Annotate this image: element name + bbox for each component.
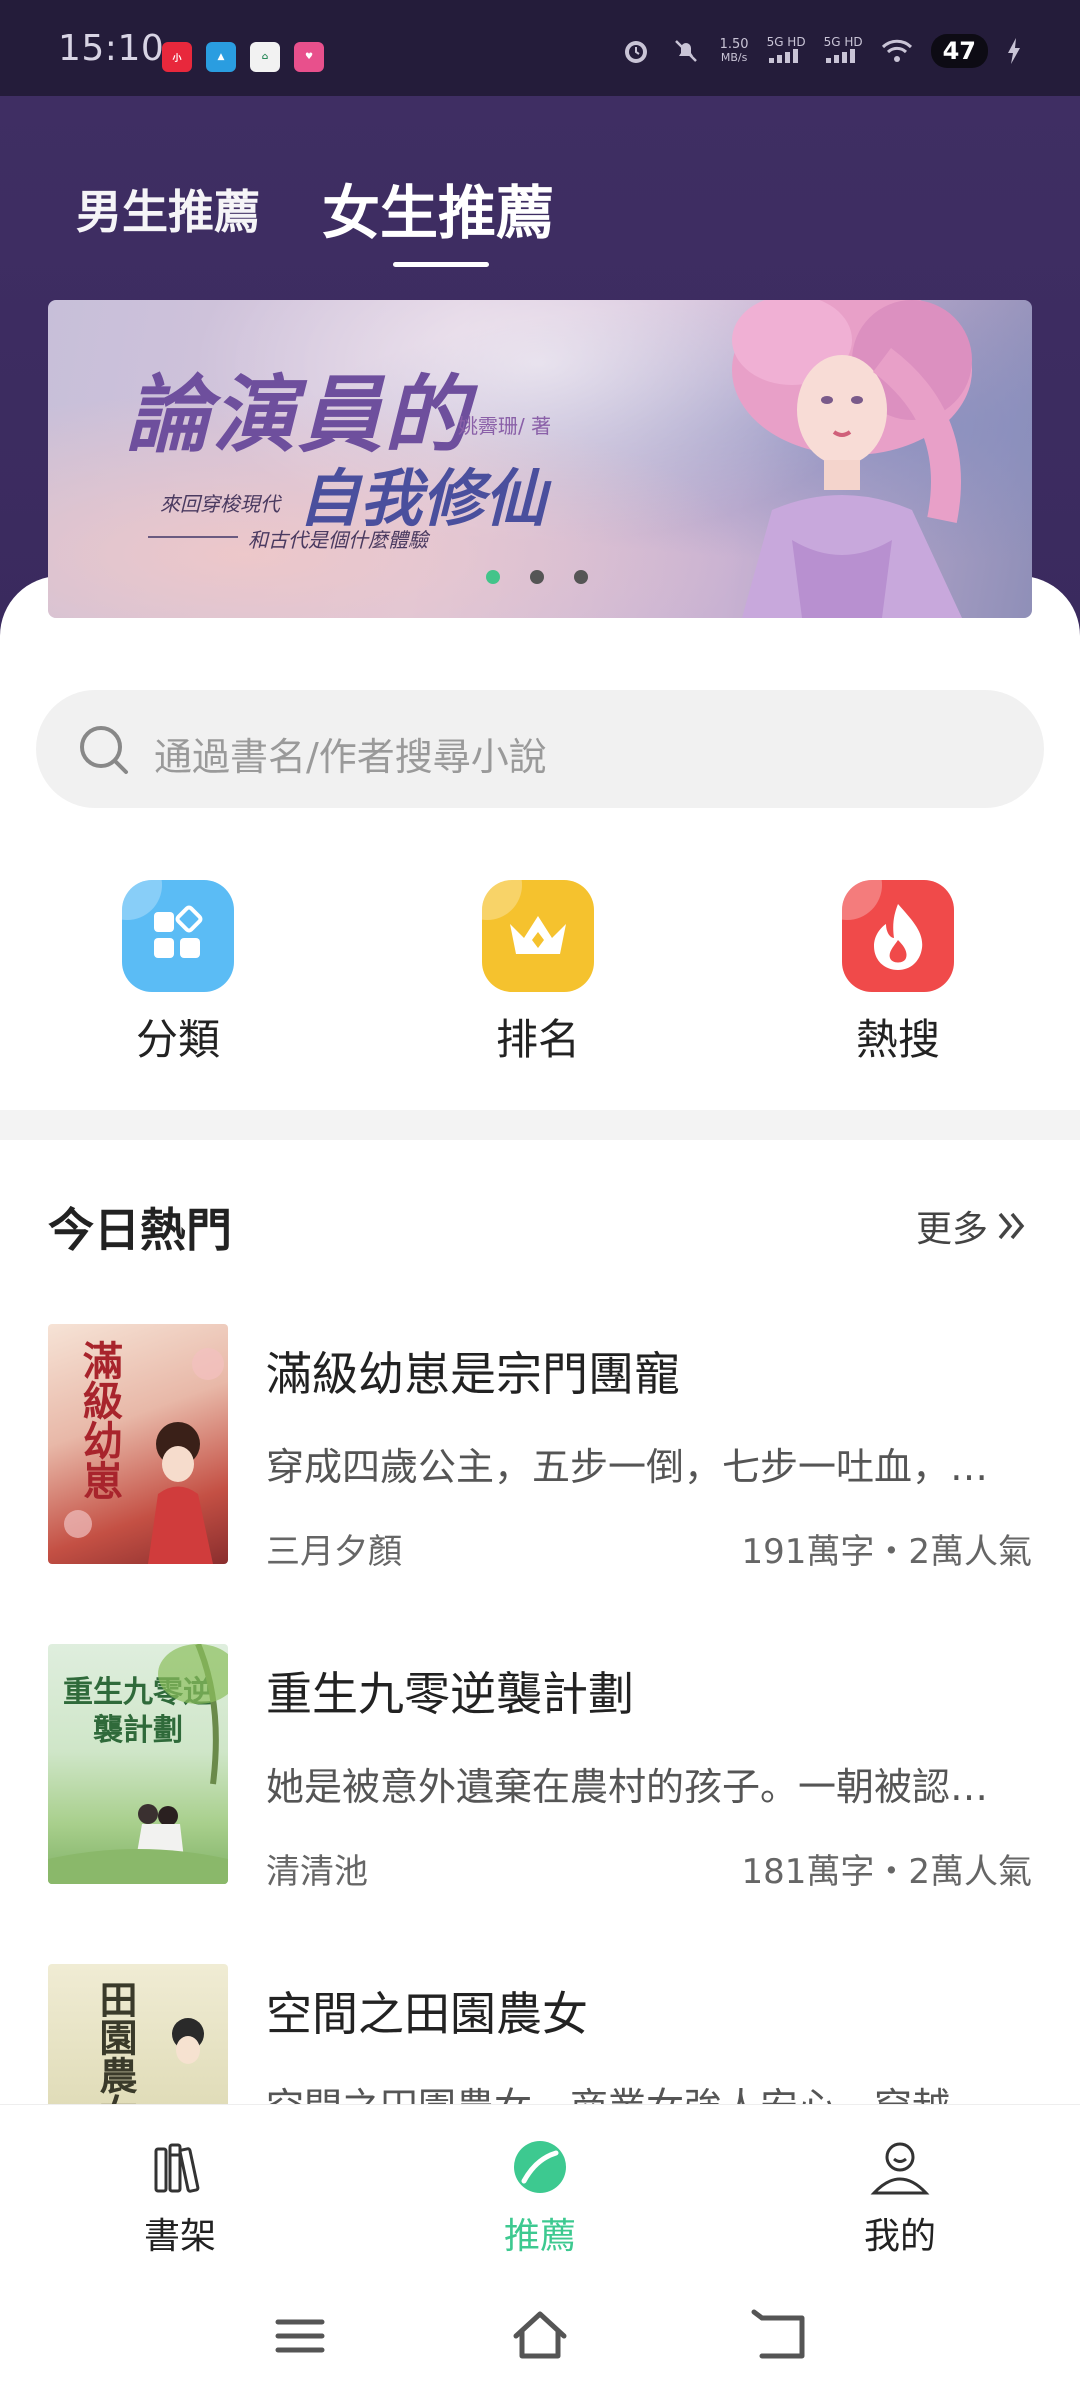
mute-bell-icon	[670, 35, 702, 67]
banner-character-illustration	[732, 300, 972, 618]
book-list-item[interactable]: 重生九零逆襲計劃 重生九零逆襲計劃 她是被意外遺棄在農村的孩子。一朝被認… 清清…	[0, 1644, 1080, 1894]
quick-nav-hot-search[interactable]: 熱搜	[798, 880, 998, 1067]
quick-nav-label: 熱搜	[855, 1015, 940, 1064]
book-title: 滿級幼崽是宗門團寵	[266, 1347, 680, 1401]
more-button[interactable]: 更多	[916, 1200, 1030, 1252]
system-navigation-bar	[0, 2264, 1080, 2400]
back-icon[interactable]	[748, 2304, 812, 2368]
banner-dot[interactable]	[486, 570, 500, 584]
status-time: 15:10	[58, 28, 165, 69]
status-bar: 15:10 小 ▲ ⌂ ♥ 1.50 MB/s 5G HD 5G HD 47	[0, 0, 1080, 96]
banner-author: 姚霽珊/ 著	[458, 414, 552, 438]
search-icon	[80, 726, 128, 774]
more-label: 更多	[915, 1209, 988, 1250]
signal-sim2-icon: 5G HD	[824, 36, 863, 66]
nav-profile[interactable]: 我的	[800, 2135, 1000, 2259]
promo-banner[interactable]: 論演員的 姚霽珊/ 著 來回穿梭現代 自我修仙 和古代是個什麼體驗	[48, 300, 1032, 618]
recommend-icon	[514, 2141, 566, 2193]
flame-icon	[842, 880, 954, 992]
book-author: 三月夕顏	[266, 1532, 402, 1572]
banner-subtitle-line1: 來回穿梭現代	[160, 492, 280, 516]
quick-nav-ranking[interactable]: 排名	[438, 880, 638, 1067]
notification-icons: 小 ▲ ⌂ ♥	[162, 42, 324, 72]
banner-decoration-line	[148, 536, 238, 538]
app-notification-icon: ⌂	[250, 42, 280, 72]
banner-dot[interactable]	[530, 570, 544, 584]
banner-dot[interactable]	[574, 570, 588, 584]
book-stats: 191萬字・2萬人氣	[741, 1532, 1032, 1572]
book-description: 她是被意外遺棄在農村的孩子。一朝被認…	[266, 1765, 989, 1809]
search-bar[interactable]: 通過書名/作者搜尋小說	[36, 690, 1044, 808]
book-title: 空間之田園農女	[266, 1987, 588, 2041]
bottom-navigation: 書架 推薦 我的	[0, 2104, 1080, 2264]
home-icon[interactable]	[508, 2304, 572, 2368]
book-stats: 181萬字・2萬人氣	[741, 1852, 1032, 1892]
charging-icon	[1006, 35, 1022, 67]
nav-label: 推薦	[503, 2216, 576, 2257]
banner-pagination	[486, 570, 588, 584]
nav-label: 我的	[863, 2216, 936, 2257]
book-cover: 重生九零逆襲計劃	[48, 1644, 228, 1884]
signal-sim1-icon: 5G HD	[767, 36, 806, 66]
tab-male-recommend[interactable]: 男生推薦	[76, 176, 260, 242]
app-notification-icon: 小	[162, 42, 192, 72]
book-list-item[interactable]: 滿級幼崽 滿級幼崽是宗門團寵 穿成四歲公主，五步一倒，七步一吐血，… 三月夕顏 …	[0, 1324, 1080, 1574]
nav-bookshelf[interactable]: 書架	[80, 2135, 280, 2259]
profile-icon	[870, 2142, 930, 2195]
book-description: 穿成四歲公主，五步一倒，七步一吐血，…	[266, 1445, 989, 1489]
nav-recommend[interactable]: 推薦	[440, 2135, 640, 2259]
wifi-icon	[881, 35, 913, 67]
section-divider	[0, 1110, 1080, 1140]
app-notification-icon: ▲	[206, 42, 236, 72]
banner-subtitle-line2: 和古代是個什麼體驗	[248, 528, 428, 552]
battery-level: 47	[930, 34, 988, 68]
crown-icon	[482, 880, 594, 992]
tab-female-recommend[interactable]: 女生推薦	[322, 166, 554, 250]
menu-icon[interactable]	[268, 2304, 332, 2368]
book-cover: 滿級幼崽	[48, 1324, 228, 1564]
bookshelf-icon	[154, 2143, 200, 2193]
alarm-icon	[620, 35, 652, 67]
category-grid-icon	[122, 880, 234, 992]
active-tab-indicator	[393, 262, 489, 267]
network-speed: 1.50 MB/s	[719, 37, 749, 64]
quick-nav-label: 分類	[135, 1015, 220, 1064]
book-author: 清清池	[266, 1852, 368, 1892]
double-chevron-right-icon	[998, 1212, 1025, 1240]
search-placeholder: 通過書名/作者搜尋小說	[154, 735, 547, 779]
quick-nav-label: 排名	[495, 1015, 580, 1064]
book-title: 重生九零逆襲計劃	[266, 1667, 634, 1721]
nav-label: 書架	[143, 2216, 216, 2257]
section-title: 今日熱門	[48, 1203, 232, 1257]
quick-nav-category[interactable]: 分類	[78, 880, 278, 1067]
app-notification-icon: ♥	[294, 42, 324, 72]
